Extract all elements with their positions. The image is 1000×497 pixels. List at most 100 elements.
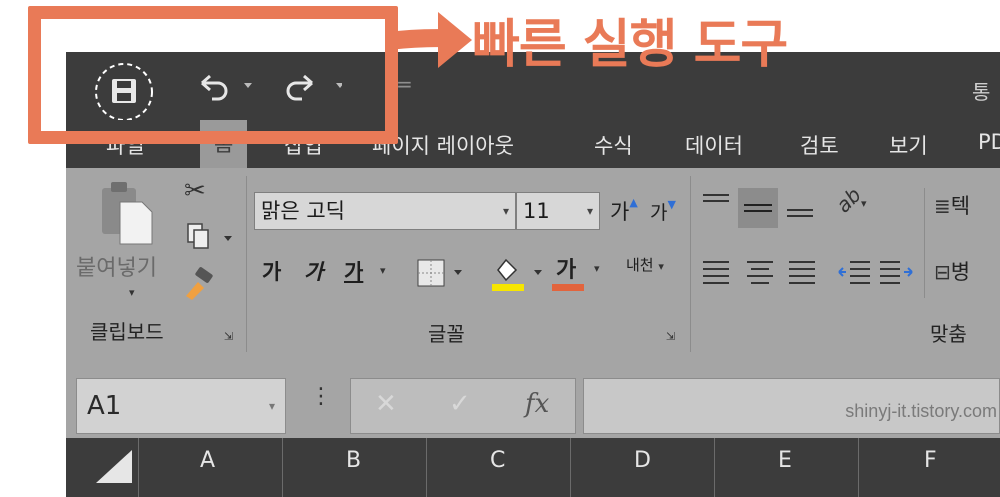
shrink-font-icon: ▼	[667, 198, 676, 211]
align-center-icon	[747, 261, 773, 284]
column-header-c[interactable]: C	[490, 448, 505, 473]
font-name-value: 맑은 고딕	[261, 199, 345, 223]
align-left-button[interactable]	[700, 256, 732, 290]
column-header-e[interactable]: E	[778, 448, 792, 473]
grow-font-icon: ▲	[629, 196, 638, 209]
column-header-row: A B C D E F	[66, 438, 1000, 497]
bottom-align-button[interactable]	[784, 190, 816, 220]
font-launcher-icon[interactable]: ⇲	[666, 330, 675, 343]
close-icon: ✕	[375, 389, 397, 419]
shrink-font-label: 가	[650, 202, 668, 224]
font-color-glyph: 가	[556, 258, 577, 283]
shrink-font-button[interactable]: 가▼	[650, 198, 676, 225]
column-separator	[426, 438, 427, 497]
annotation-arrow-icon	[392, 12, 472, 68]
scissors-icon: ✂	[184, 176, 206, 206]
top-align-icon	[703, 194, 729, 202]
column-separator	[138, 438, 139, 497]
group-separator	[246, 176, 247, 352]
phonetic-button[interactable]: 내천 ▾	[626, 254, 664, 275]
group-separator	[924, 188, 925, 298]
tab-view[interactable]: 보기	[889, 130, 928, 160]
wrap-text-button[interactable]: ≣텍	[934, 190, 970, 220]
middle-align-button[interactable]	[738, 188, 778, 228]
name-box-dropdown-icon: ▾	[268, 399, 275, 413]
font-color-bar	[552, 284, 584, 291]
font-name-dropdown-icon: ▾	[502, 204, 509, 218]
borders-icon	[417, 259, 462, 287]
italic-button[interactable]: 가	[304, 256, 323, 286]
cut-button[interactable]: ✂	[184, 176, 206, 206]
alignment-group-label: 맞춤	[930, 322, 967, 346]
formula-input[interactable]: shinyj-it.tistory.com	[583, 378, 1000, 434]
bottom-align-icon	[787, 209, 813, 217]
underline-button[interactable]: 가	[344, 256, 363, 286]
tab-data[interactable]: 데이터	[685, 130, 743, 160]
align-right-icon	[789, 261, 815, 284]
grow-font-button[interactable]: 가▲	[610, 196, 638, 226]
column-header-d[interactable]: D	[634, 448, 651, 473]
align-left-icon	[703, 261, 729, 284]
column-separator	[570, 438, 571, 497]
column-separator	[714, 438, 715, 497]
formula-buttons: ✕ ✓ fx	[350, 378, 576, 434]
formula-bar-grip-icon[interactable]: ⋮	[310, 386, 332, 408]
watermark-text: shinyj-it.tistory.com	[845, 401, 997, 421]
format-painter-button[interactable]	[182, 266, 218, 302]
decrease-indent-button[interactable]	[836, 256, 872, 290]
merge-center-button[interactable]: ⊟병	[934, 256, 970, 286]
format-painter-icon	[186, 267, 213, 300]
increase-indent-button[interactable]	[878, 256, 914, 290]
font-size-value: 11	[523, 199, 550, 223]
confirm-entry-button[interactable]: ✓	[449, 389, 471, 419]
name-box-value: A1	[87, 391, 122, 421]
wrap-text-icon: ≣	[934, 194, 951, 218]
orientation-button[interactable]: ab▾	[831, 183, 866, 218]
column-header-a[interactable]: A	[200, 448, 215, 473]
fx-icon: fx	[525, 389, 550, 419]
copy-button[interactable]	[184, 220, 236, 254]
top-align-button[interactable]	[700, 190, 732, 220]
cancel-entry-button[interactable]: ✕	[375, 389, 397, 419]
paste-label: 붙여넣기	[76, 256, 157, 281]
annotation-label: 빠른 실행 도구	[472, 15, 788, 75]
align-right-button[interactable]	[786, 256, 818, 290]
merge-center-icon: ⊟	[934, 260, 951, 284]
middle-align-icon	[744, 204, 772, 212]
font-name-combo[interactable]: 맑은 고딕 ▾	[254, 192, 516, 230]
phonetic-dropdown-icon: ▾	[658, 260, 664, 273]
tab-pdf[interactable]: PD	[978, 130, 1000, 154]
font-color-button[interactable]: 가 ▾	[552, 252, 608, 294]
orientation-icon: ab	[831, 182, 866, 218]
fill-color-button[interactable]	[490, 254, 546, 294]
bold-button[interactable]: 가	[262, 256, 281, 286]
increase-indent-icon	[880, 261, 913, 284]
borders-button[interactable]	[416, 256, 464, 290]
paste-dropdown-icon: ▾	[129, 286, 135, 299]
copy-icon	[187, 223, 232, 249]
paste-icon	[102, 182, 153, 245]
name-box[interactable]: A1 ▾	[76, 378, 286, 434]
window-title: 통	[972, 80, 991, 104]
insert-function-button[interactable]: fx	[525, 389, 549, 419]
align-center-button[interactable]	[744, 256, 776, 290]
column-separator	[858, 438, 859, 497]
wrap-text-label: 텍	[950, 194, 971, 218]
underline-dropdown-icon[interactable]: ▾	[380, 264, 386, 277]
select-all-icon	[96, 450, 132, 483]
select-all-button[interactable]	[66, 438, 138, 497]
decrease-indent-icon	[838, 261, 870, 284]
clipboard-launcher-icon[interactable]: ⇲	[224, 330, 233, 343]
tab-formulas[interactable]: 수식	[594, 130, 633, 160]
font-group-label: 글꼴	[428, 322, 465, 346]
column-header-b[interactable]: B	[346, 448, 361, 473]
column-header-f[interactable]: F	[924, 448, 937, 473]
group-separator	[690, 176, 691, 352]
formula-bar-row: A1 ▾ ⋮ ✕ ✓ fx shinyj-it.tistory.com	[66, 358, 1000, 438]
font-color-dropdown-icon: ▾	[594, 262, 600, 275]
font-size-combo[interactable]: 11 ▾	[516, 192, 600, 230]
clipboard-group-label: 클립보드	[90, 320, 164, 344]
paste-button[interactable]: 붙여넣기 ▾	[74, 178, 170, 308]
annotation-highlight-box	[28, 6, 398, 144]
tab-review[interactable]: 검토	[800, 130, 839, 160]
